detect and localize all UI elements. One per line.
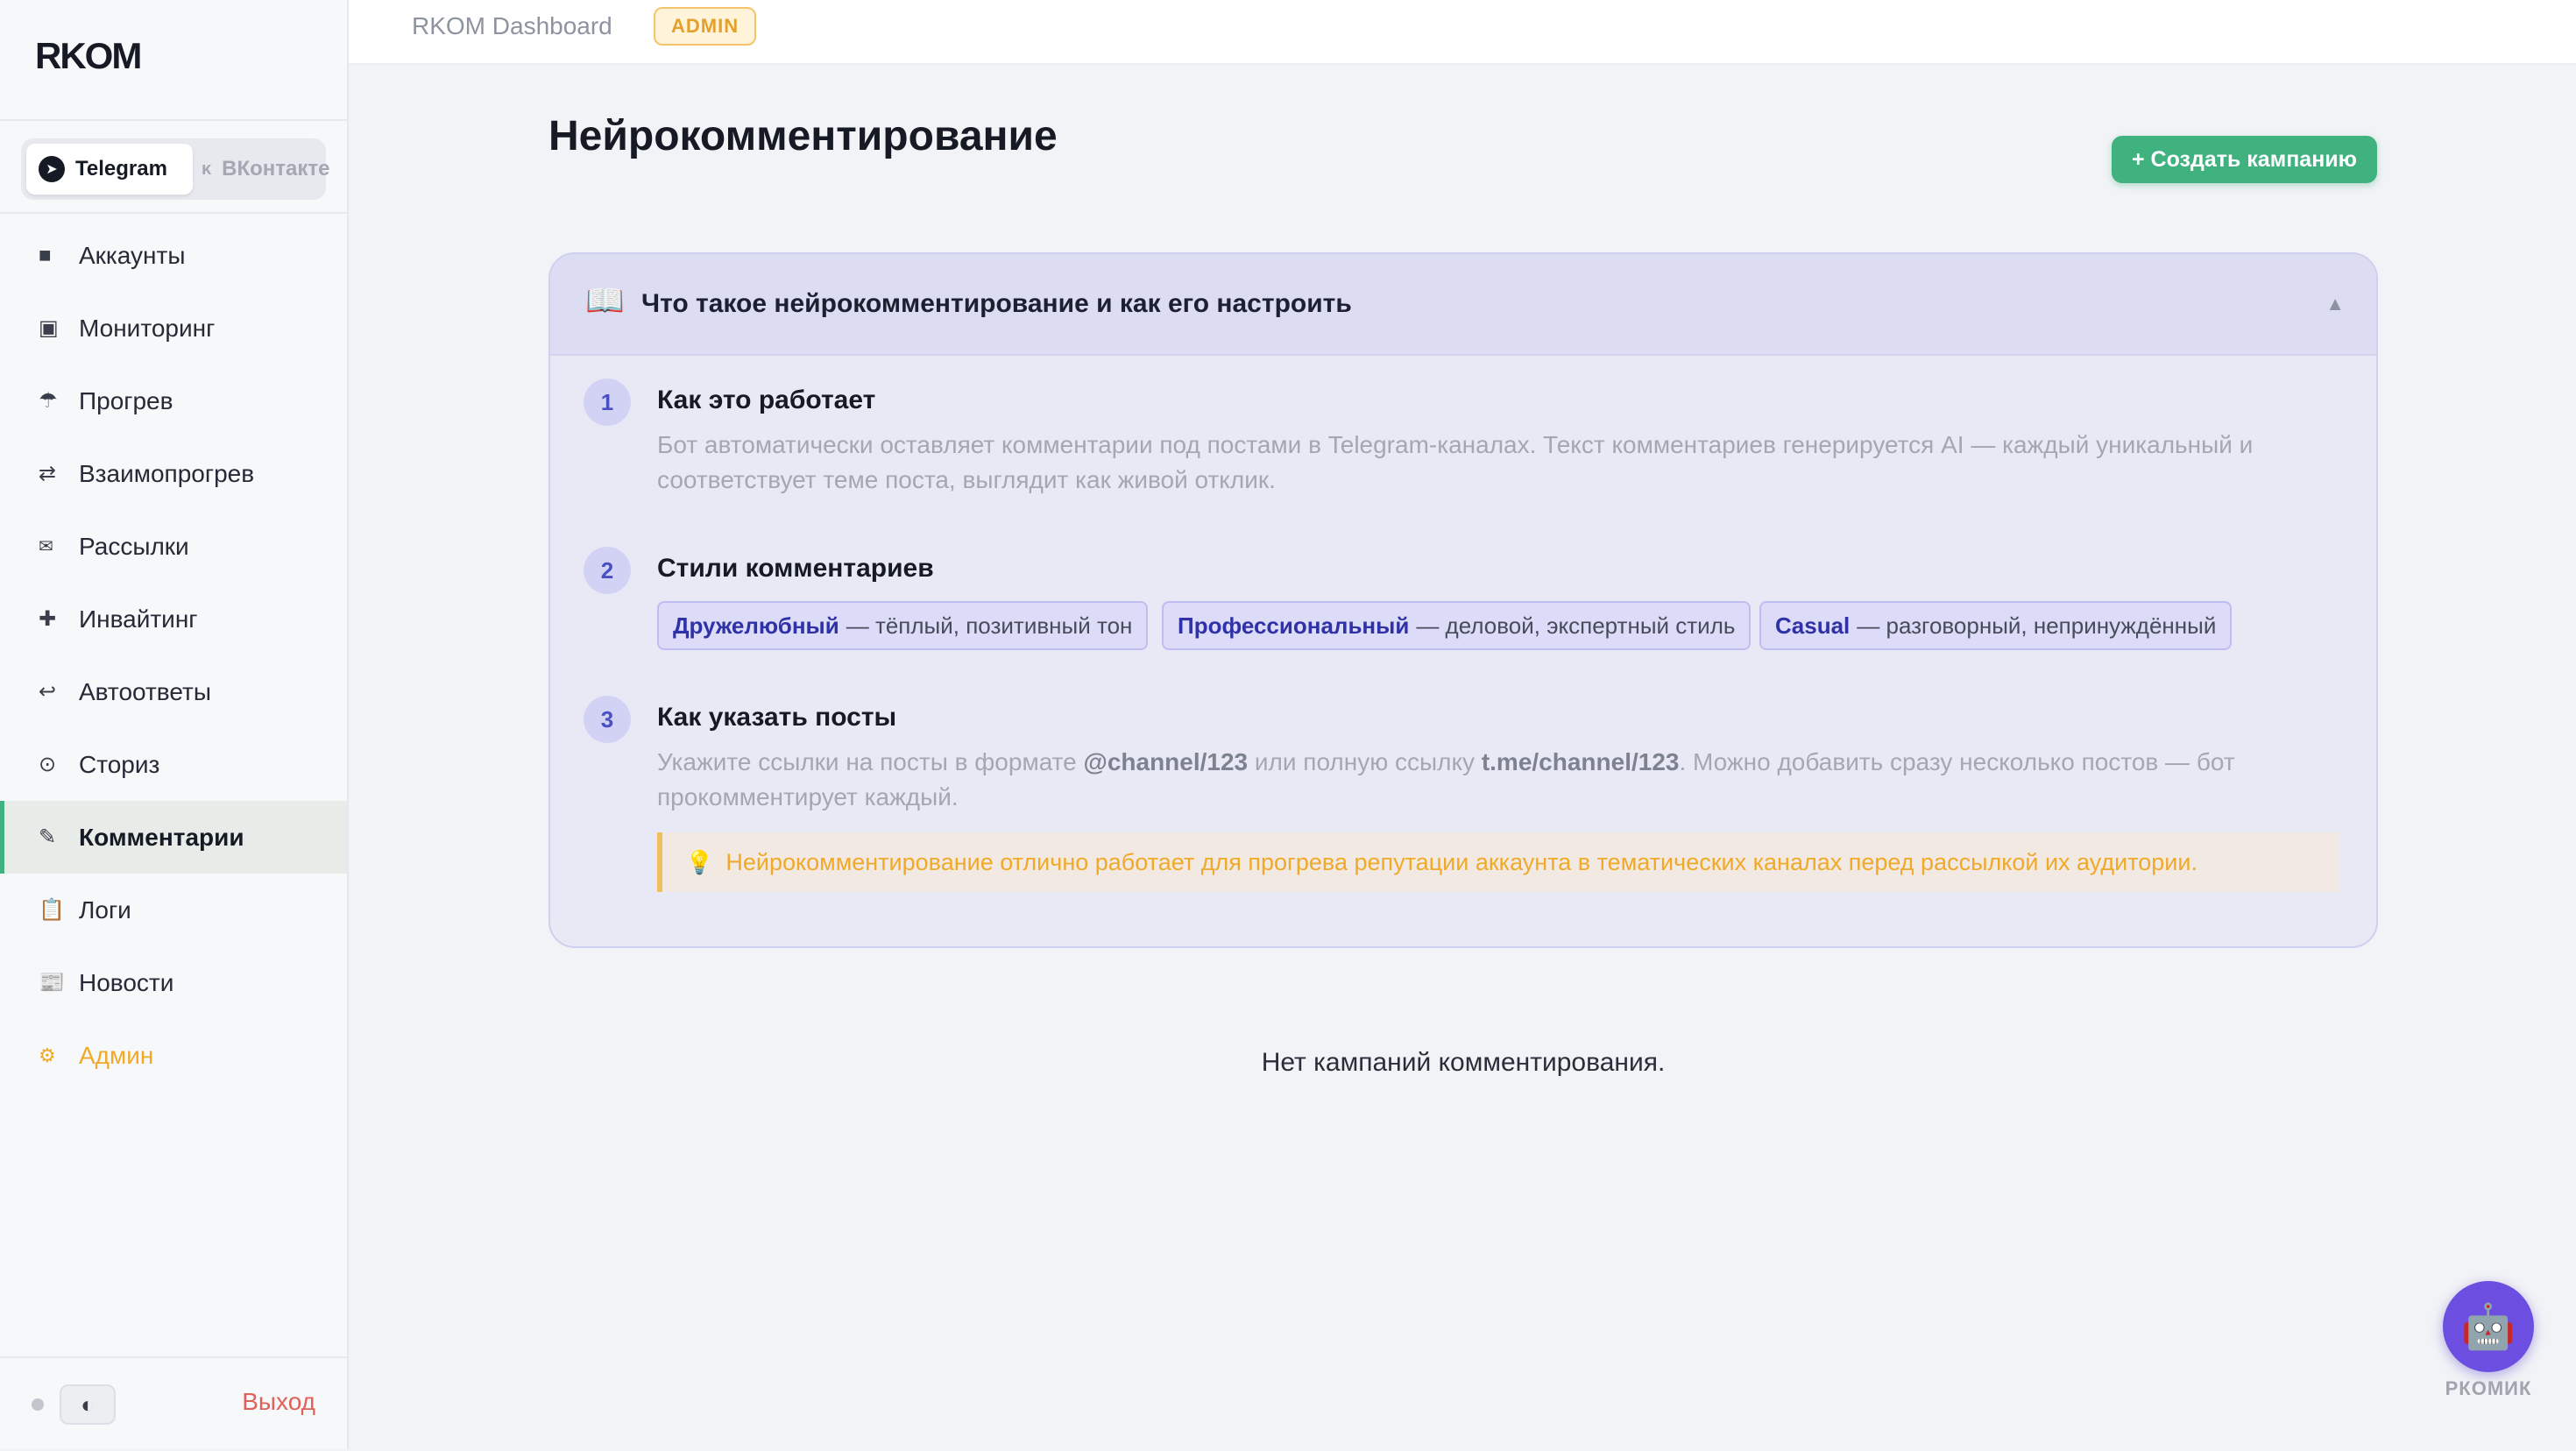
chip-name: Casual	[1775, 612, 1851, 639]
chip-name: Дружелюбный	[673, 612, 839, 639]
sidebar-nav: ■ Аккаунты ▣ Мониторинг ☂ Прогрев ⇄ Взаи…	[0, 219, 347, 1092]
sidebar-item-label: Аккаунты	[79, 241, 186, 269]
sidebar-item-logs[interactable]: 📋 Логи	[0, 874, 347, 946]
sidebar-item-warmup[interactable]: ☂ Прогрев	[0, 365, 347, 437]
sidebar-item-label: Новости	[79, 968, 174, 996]
contrast-icon: ◐	[81, 1391, 95, 1418]
assistant-label: РКОМИК	[2445, 1377, 2532, 1399]
sidebar-item-label: Рассылки	[79, 532, 189, 560]
umbrella-icon: ☂	[39, 389, 58, 413]
sidebar-item-label: Взаимопрогрев	[79, 459, 255, 487]
sidebar: RKOM ➤ Telegram ᴋ ВКонтакте ■ Аккаунты ▣…	[0, 0, 349, 1449]
dashboard-title: RKOM Dashboard	[412, 12, 612, 39]
plus-icon: ✚	[39, 607, 57, 631]
create-campaign-button[interactable]: + Создать кампанию	[2112, 136, 2377, 183]
step-text-part: или полную ссылку	[1248, 748, 1482, 775]
step-number: 3	[584, 696, 631, 743]
platform-telegram-label: Telegram	[75, 157, 167, 180]
platform-switch: ➤ Telegram ᴋ ВКонтакте	[21, 138, 330, 200]
style-chip-casual: Casual — разговорный, непринуждённый	[1759, 601, 2233, 650]
newspaper-icon: 📰	[39, 971, 65, 994]
assistant-button[interactable]: 🤖	[2443, 1281, 2534, 1372]
admin-badge: ADMIN	[654, 7, 757, 46]
sidebar-item-label: Админ	[79, 1041, 154, 1069]
monitor-icon: ▣	[39, 316, 59, 340]
book-icon: 📖	[585, 282, 625, 318]
chip-name: Профессиональный	[1178, 612, 1410, 639]
empty-state-text: Нет кампаний комментирования.	[1261, 1048, 1666, 1077]
step-title: Стили комментариев	[657, 554, 934, 583]
step-text: Укажите ссылки на посты в формате @chann…	[657, 745, 2348, 815]
style-chip-friendly: Дружелюбный — тёплый, позитивный тон	[657, 601, 1149, 650]
tip-text: Нейрокомментирование отлично работает дл…	[725, 848, 2197, 875]
sidebar-footer: ◐ Выход	[0, 1356, 347, 1451]
sidebar-item-label: Прогрев	[79, 386, 173, 414]
chip-desc: — деловой, экспертный стиль	[1416, 612, 1736, 639]
tip-callout: 💡 Нейрокомментирование отлично работает …	[657, 832, 2339, 892]
app-logo[interactable]: RKOM	[35, 35, 142, 77]
status-dot	[32, 1398, 44, 1411]
gear-icon: ⚙	[39, 1044, 56, 1066]
reply-arrow-icon: ↩	[39, 680, 57, 704]
step-text-part: Укажите ссылки на посты в формате	[657, 748, 1084, 775]
sidebar-item-comments[interactable]: ✎ Комментарии	[0, 801, 347, 874]
sidebar-item-mutual-warmup[interactable]: ⇄ Взаимопрогрев	[0, 437, 347, 510]
sidebar-item-news[interactable]: 📰 Новости	[0, 946, 347, 1019]
step-number: 1	[584, 379, 631, 426]
sidebar-item-label: Мониторинг	[79, 314, 216, 342]
logout-button[interactable]: Выход	[242, 1388, 315, 1416]
swap-arrows-icon: ⇄	[39, 462, 57, 485]
sidebar-item-stories[interactable]: ⊙ Сториз	[0, 728, 347, 801]
chip-desc: — разговорный, непринуждённый	[1857, 612, 2217, 639]
clipboard-icon: 📋	[39, 898, 65, 922]
sidebar-item-label: Автоответы	[79, 677, 211, 705]
telegram-icon: ➤	[39, 156, 65, 182]
square-icon: ■	[39, 243, 52, 267]
sidebar-divider	[0, 119, 347, 121]
sidebar-item-label: Комментарии	[79, 823, 244, 851]
chip-desc: — тёплый, позитивный тон	[846, 612, 1133, 639]
guide-panel: 📖 Что такое нейрокомментирование и как е…	[548, 252, 2378, 948]
sidebar-item-autoreplies[interactable]: ↩ Автоответы	[0, 655, 347, 728]
sidebar-item-mailings[interactable]: ✉ Рассылки	[0, 510, 347, 583]
top-bar: RKOM Dashboard ADMIN	[349, 0, 2576, 65]
sidebar-item-monitoring[interactable]: ▣ Мониторинг	[0, 292, 347, 365]
sidebar-item-label: Логи	[79, 895, 131, 924]
envelope-icon: ✉	[39, 537, 53, 556]
platform-telegram-button[interactable]: ➤ Telegram	[26, 144, 193, 195]
sidebar-item-inviting[interactable]: ✚ Инвайтинг	[0, 583, 347, 655]
theme-toggle-button[interactable]: ◐	[60, 1384, 116, 1425]
platform-vk-label: ВКонтакте	[222, 157, 330, 180]
vk-icon: ᴋ	[202, 159, 212, 179]
sidebar-item-label: Сториз	[79, 750, 160, 778]
robot-icon: 🤖	[2460, 1301, 2516, 1351]
format-example: @channel/123	[1083, 748, 1249, 775]
step-title: Как это работает	[657, 386, 876, 414]
platform-vk-button[interactable]: ᴋ ВКонтакте	[196, 144, 330, 195]
sidebar-item-label: Инвайтинг	[79, 605, 198, 633]
style-chip-professional: Профессиональный — деловой, экспертный с…	[1162, 601, 1752, 650]
sidebar-divider	[0, 212, 347, 214]
step-text: Бот автоматически оставляет комментарии …	[657, 431, 2254, 493]
circle-dot-icon: ⊙	[39, 753, 57, 776]
sidebar-item-accounts[interactable]: ■ Аккаунты	[0, 219, 347, 292]
link-example: t.me/channel/123	[1481, 748, 1680, 775]
guide-header[interactable]: 📖 Что такое нейрокомментирование и как е…	[550, 254, 2376, 356]
page-title: Нейрокомментирование	[548, 113, 1058, 159]
chevron-up-icon[interactable]: ▲	[2325, 293, 2345, 315]
step-title: Как указать посты	[657, 703, 897, 732]
sidebar-item-admin[interactable]: ⚙ Админ	[0, 1019, 347, 1092]
pencil-icon: ✎	[39, 825, 57, 849]
step-number: 2	[584, 547, 631, 594]
lightbulb-icon: 💡	[685, 848, 714, 875]
guide-title: Что такое нейрокомментирование и как его…	[641, 289, 1352, 318]
